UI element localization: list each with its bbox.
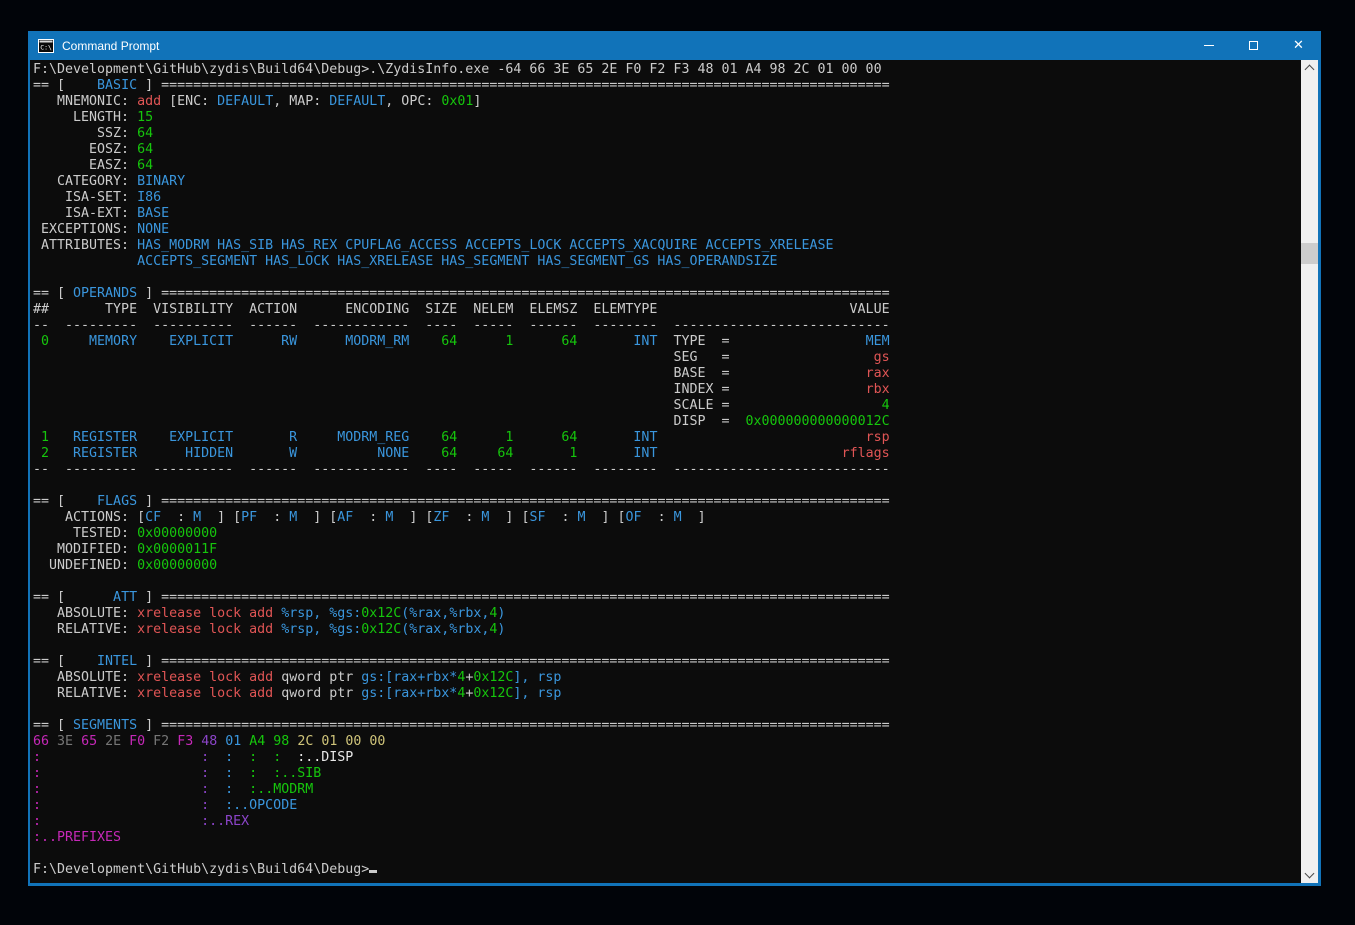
terminal-line: SCALE = 4 — [33, 398, 1301, 414]
terminal-line: -- --------- ---------- ------ ---------… — [33, 318, 1301, 334]
terminal-line: 1 REGISTER EXPLICIT R MODRM_REG 64 1 64 … — [33, 430, 1301, 446]
scrollbar-thumb[interactable] — [1301, 243, 1318, 264]
terminal-line: == [ BASIC ] ===========================… — [33, 78, 1301, 94]
terminal-line: 0 MEMORY EXPLICIT RW MODRM_RM 64 1 64 IN… — [33, 334, 1301, 350]
maximize-icon — [1249, 41, 1258, 50]
terminal-line: F:\Development\GitHub\zydis\Build64\Debu… — [33, 62, 1301, 78]
minimize-icon — [1204, 45, 1214, 46]
terminal-line — [33, 702, 1301, 718]
terminal-line: : : : : : :..DISP — [33, 750, 1301, 766]
maximize-button[interactable] — [1231, 31, 1276, 60]
window-controls: ✕ — [1186, 31, 1321, 60]
scroll-up-button[interactable] — [1301, 60, 1318, 77]
terminal-line: ## TYPE VISIBILITY ACTION ENCODING SIZE … — [33, 302, 1301, 318]
terminal-line: : : :..OPCODE — [33, 798, 1301, 814]
scrollbar[interactable] — [1301, 60, 1318, 883]
terminal-line: RELATIVE: xrelease lock add qword ptr gs… — [33, 686, 1301, 702]
terminal-line: == [ OPERANDS ] ========================… — [33, 286, 1301, 302]
console-body: F:\Development\GitHub\zydis\Build64\Debu… — [30, 60, 1318, 883]
terminal-line: LENGTH: 15 — [33, 110, 1301, 126]
terminal-line: == [ ATT ] =============================… — [33, 590, 1301, 606]
text-cursor — [369, 870, 377, 873]
chevron-up-icon — [1305, 65, 1315, 75]
terminal-line: ATTRIBUTES: HAS_MODRM HAS_SIB HAS_REX CP… — [33, 238, 1301, 254]
terminal-line: CATEGORY: BINARY — [33, 174, 1301, 190]
terminal-line: ACTIONS: [CF : M ] [PF : M ] [AF : M ] [… — [33, 510, 1301, 526]
terminal-line: 2 REGISTER HIDDEN W NONE 64 64 1 INT rfl… — [33, 446, 1301, 462]
terminal-line: SEG = gs — [33, 350, 1301, 366]
terminal-line: RELATIVE: xrelease lock add %rsp, %gs:0x… — [33, 622, 1301, 638]
window-title: Command Prompt — [62, 39, 159, 53]
terminal-line: 66 3E 65 2E F0 F2 F3 48 01 A4 98 2C 01 0… — [33, 734, 1301, 750]
terminal-line: MNEMONIC: add [ENC: DEFAULT, MAP: DEFAUL… — [33, 94, 1301, 110]
terminal-line: : : : :..MODRM — [33, 782, 1301, 798]
terminal-line: EASZ: 64 — [33, 158, 1301, 174]
terminal-line: :..PREFIXES — [33, 830, 1301, 846]
terminal-line: : : : : :..SIB — [33, 766, 1301, 782]
terminal-line: ACCEPTS_SEGMENT HAS_LOCK HAS_XRELEASE HA… — [33, 254, 1301, 270]
terminal-line: TESTED: 0x00000000 — [33, 526, 1301, 542]
terminal-line: == [ FLAGS ] ===========================… — [33, 494, 1301, 510]
terminal-line: == [ INTEL ] ===========================… — [33, 654, 1301, 670]
close-icon: ✕ — [1293, 39, 1304, 52]
terminal-line: UNDEFINED: 0x00000000 — [33, 558, 1301, 574]
terminal-line: SSZ: 64 — [33, 126, 1301, 142]
command-prompt-window: C:\ Command Prompt ✕ F:\Development\GitH… — [28, 31, 1321, 886]
terminal-line: == [ SEGMENTS ] ========================… — [33, 718, 1301, 734]
title-bar[interactable]: C:\ Command Prompt ✕ — [28, 31, 1321, 60]
terminal-line: ISA-EXT: BASE — [33, 206, 1301, 222]
terminal-line: EOSZ: 64 — [33, 142, 1301, 158]
terminal-line — [33, 638, 1301, 654]
terminal-line: ABSOLUTE: xrelease lock add %rsp, %gs:0x… — [33, 606, 1301, 622]
terminal-line: -- --------- ---------- ------ ---------… — [33, 462, 1301, 478]
svg-text:C:\: C:\ — [40, 43, 52, 51]
chevron-down-icon — [1305, 869, 1315, 879]
terminal-line: MODIFIED: 0x0000011F — [33, 542, 1301, 558]
terminal-line: INDEX = rbx — [33, 382, 1301, 398]
terminal-line: BASE = rax — [33, 366, 1301, 382]
minimize-button[interactable] — [1186, 31, 1231, 60]
terminal-line: : :..REX — [33, 814, 1301, 830]
scroll-down-button[interactable] — [1301, 866, 1318, 883]
terminal-line: EXCEPTIONS: NONE — [33, 222, 1301, 238]
cmd-icon: C:\ — [38, 39, 54, 53]
terminal-line — [33, 846, 1301, 862]
terminal-line: F:\Development\GitHub\zydis\Build64\Debu… — [33, 862, 1301, 878]
console-output[interactable]: F:\Development\GitHub\zydis\Build64\Debu… — [30, 60, 1301, 883]
close-button[interactable]: ✕ — [1276, 31, 1321, 60]
terminal-line: ISA-SET: I86 — [33, 190, 1301, 206]
terminal-line — [33, 270, 1301, 286]
terminal-line — [33, 574, 1301, 590]
terminal-line — [33, 478, 1301, 494]
terminal-line: ABSOLUTE: xrelease lock add qword ptr gs… — [33, 670, 1301, 686]
terminal-line: DISP = 0x000000000000012C — [33, 414, 1301, 430]
